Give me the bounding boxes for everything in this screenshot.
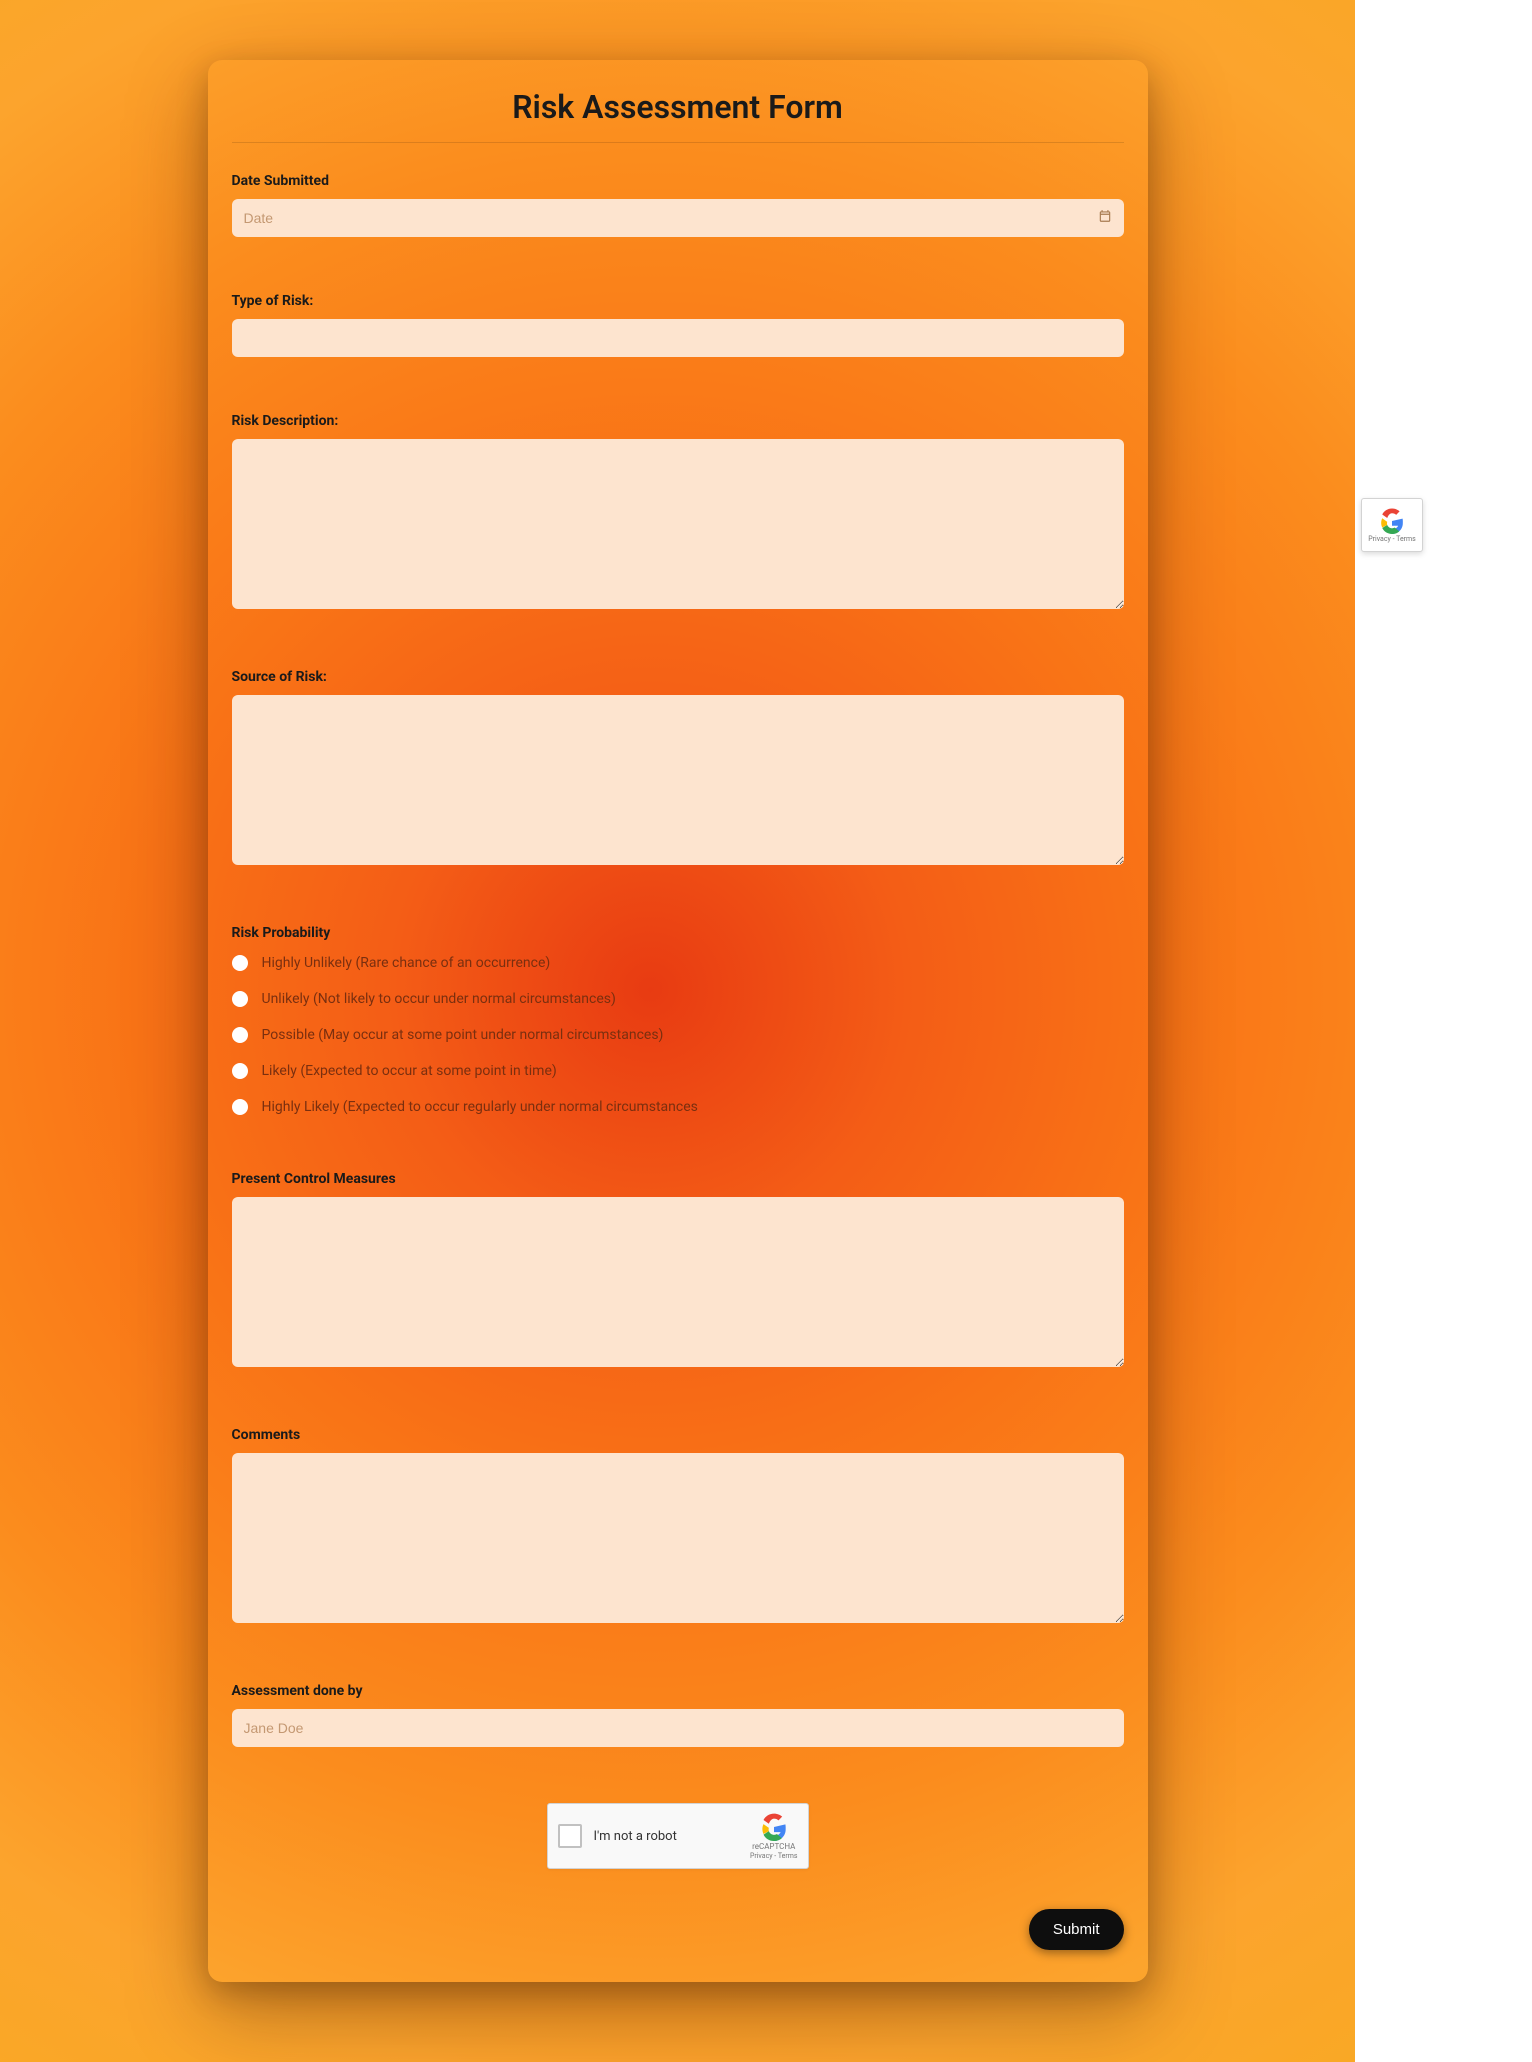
radio-label: Highly Unlikely (Rare chance of an occur… (262, 955, 551, 971)
recaptcha-branding: reCAPTCHA Privacy - Terms (750, 1813, 798, 1860)
label-risk-description: Risk Description: (232, 413, 1124, 429)
source-of-risk-textarea[interactable] (232, 695, 1124, 865)
field-date-submitted: Date Submitted (232, 173, 1124, 237)
label-done-by: Assessment done by (232, 1683, 1124, 1699)
submit-button[interactable]: Submit (1029, 1909, 1124, 1950)
radio-label: Unlikely (Not likely to occur under norm… (262, 991, 616, 1007)
risk-probability-radio-group: Highly Unlikely (Rare chance of an occur… (232, 955, 1124, 1115)
recaptcha-icon (760, 1813, 788, 1841)
radio-option-possible[interactable]: Possible (May occur at some point under … (232, 1027, 1124, 1043)
radio-input[interactable] (232, 1027, 248, 1043)
field-risk-description: Risk Description: (232, 413, 1124, 613)
radio-input[interactable] (232, 1099, 248, 1115)
label-source-of-risk: Source of Risk: (232, 669, 1124, 685)
date-input[interactable] (232, 199, 1124, 237)
radio-label: Possible (May occur at some point under … (262, 1027, 664, 1043)
radio-label: Highly Likely (Expected to occur regular… (262, 1099, 698, 1115)
radio-option-unlikely[interactable]: Unlikely (Not likely to occur under norm… (232, 991, 1124, 1007)
field-source-of-risk: Source of Risk: (232, 669, 1124, 869)
field-type-of-risk: Type of Risk: (232, 293, 1124, 357)
done-by-input[interactable] (232, 1709, 1124, 1747)
recaptcha-box[interactable]: I'm not a robot reCAPTCHA Privacy - Term… (547, 1803, 809, 1869)
field-comments: Comments (232, 1427, 1124, 1627)
recaptcha-brand: reCAPTCHA (752, 1843, 795, 1851)
recaptcha-checkbox[interactable] (558, 1824, 582, 1848)
type-of-risk-input[interactable] (232, 319, 1124, 357)
form-card: Risk Assessment Form Date Submitted Type… (208, 60, 1148, 1982)
date-input-wrapper (232, 199, 1124, 237)
field-done-by: Assessment done by (232, 1683, 1124, 1747)
recaptcha-floating-badge[interactable]: Privacy - Terms (1361, 498, 1423, 552)
label-comments: Comments (232, 1427, 1124, 1443)
label-type-of-risk: Type of Risk: (232, 293, 1124, 309)
recaptcha-row: I'm not a robot reCAPTCHA Privacy - Term… (232, 1803, 1124, 1869)
field-risk-probability: Risk Probability Highly Unlikely (Rare c… (232, 925, 1124, 1115)
field-control-measures: Present Control Measures (232, 1171, 1124, 1371)
page-background: Risk Assessment Form Date Submitted Type… (0, 0, 1355, 2062)
comments-textarea[interactable] (232, 1453, 1124, 1623)
submit-row: Submit (232, 1909, 1124, 1950)
label-date-submitted: Date Submitted (232, 173, 1124, 189)
risk-description-textarea[interactable] (232, 439, 1124, 609)
radio-input[interactable] (232, 955, 248, 971)
radio-option-highly-unlikely[interactable]: Highly Unlikely (Rare chance of an occur… (232, 955, 1124, 971)
recaptcha-badge-links: Privacy - Terms (1368, 536, 1416, 543)
recaptcha-links: Privacy - Terms (750, 1853, 798, 1860)
radio-option-highly-likely[interactable]: Highly Likely (Expected to occur regular… (232, 1099, 1124, 1115)
form-title: Risk Assessment Form (232, 88, 1124, 143)
radio-input[interactable] (232, 991, 248, 1007)
recaptcha-icon (1379, 508, 1405, 534)
radio-input[interactable] (232, 1063, 248, 1079)
label-risk-probability: Risk Probability (232, 925, 1124, 941)
control-measures-textarea[interactable] (232, 1197, 1124, 1367)
label-control-measures: Present Control Measures (232, 1171, 1124, 1187)
recaptcha-text: I'm not a robot (594, 1829, 750, 1844)
radio-label: Likely (Expected to occur at some point … (262, 1063, 557, 1079)
radio-option-likely[interactable]: Likely (Expected to occur at some point … (232, 1063, 1124, 1079)
